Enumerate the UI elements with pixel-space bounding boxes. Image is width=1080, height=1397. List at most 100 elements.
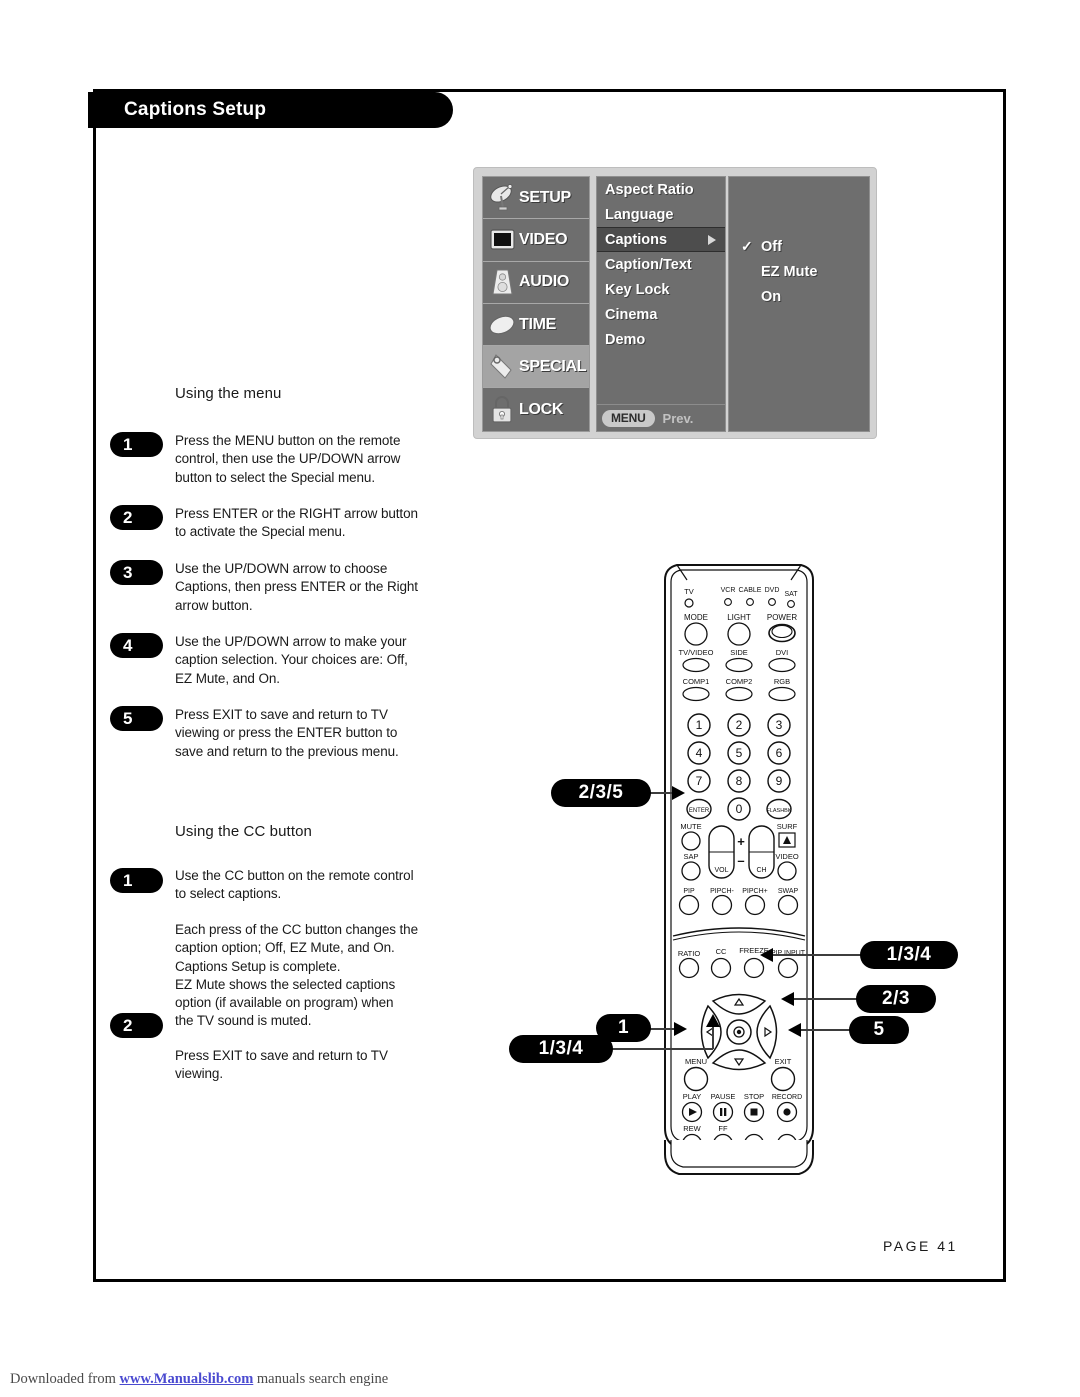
osd-sidebar-item-lock[interactable]: LOCK [483,388,589,430]
svg-text:CH: CH [756,867,766,874]
footer-suffix: manuals search engine [253,1371,389,1387]
svg-text:FLASHBK: FLASHBK [766,808,791,814]
arrowhead-menu [674,1022,687,1036]
osd-menu-item-captions[interactable]: Captions [597,227,725,252]
svg-text:LIGHT: LIGHT [727,613,751,622]
svg-text:VOL: VOL [714,867,728,874]
step-number: 3 [123,562,133,582]
menu-button-chip[interactable]: MENU [602,409,655,427]
leader-line-right [793,998,858,1000]
arrowhead-down [706,1014,720,1027]
step-number: 5 [123,708,133,728]
remote-bottom-edge [664,1140,814,1175]
page-title-banner: Captions Setup [88,92,453,128]
svg-text:DVI: DVI [776,648,789,657]
page-title: Captions Setup [124,99,267,120]
step-pill-menu-2: 2 [110,505,163,530]
svg-text:5: 5 [736,746,743,760]
osd-option-off[interactable]: ✓ Off [729,234,869,259]
osd-sidebar-item-audio[interactable]: AUDIO [483,262,589,304]
svg-text:7: 7 [696,774,703,788]
osd-menu-item-label: Caption/Text [605,256,692,273]
step-number: 4 [123,635,133,655]
checkmark-icon: ✓ [741,238,753,254]
page-number: PAGE 41 [883,1238,958,1254]
svg-text:PLAY: PLAY [683,1092,702,1101]
svg-text:0: 0 [736,802,743,816]
step-text-menu-4: Use the UP/DOWN arrow to make your capti… [175,634,408,686]
svg-text:VIDEO: VIDEO [775,852,799,861]
osd-sidebar-item-video[interactable]: VIDEO [483,219,589,262]
svg-text:FF: FF [718,1124,728,1133]
osd-sidebar-item-setup[interactable]: SETUP [483,177,589,220]
step-number: 2 [123,507,133,527]
svg-text:6: 6 [776,746,783,760]
leader-line-menu [648,1028,675,1030]
step-text-menu-1: Press the MENU button on the remote cont… [175,433,401,485]
osd-menu-item-label: Demo [605,331,646,348]
svg-text:2: 2 [736,718,743,732]
step-number: 2 [123,1015,133,1035]
osd-menu-item-caption-text[interactable]: Caption/Text [597,252,725,277]
svg-text:CC: CC [716,947,727,956]
step-pill-cc-1: 1 [110,868,163,893]
svg-text:RECORD: RECORD [772,1094,802,1101]
svg-text:COMP2: COMP2 [726,677,753,686]
svg-text:4: 4 [696,746,703,760]
leader-line-exit [800,1029,852,1031]
footer-prefix: Downloaded from [10,1371,120,1387]
prev-label: Prev. [662,410,694,426]
osd-menu-item-label: Language [605,206,674,223]
svg-text:SWAP: SWAP [778,888,799,895]
svg-text:TV: TV [684,587,694,596]
step-pill-menu-3: 3 [110,560,163,585]
callout-up-arrow: 1/3/4 [860,941,958,969]
osd-sidebar-label: VIDEO [519,230,568,248]
speaker-icon [488,267,516,297]
svg-text:SAP: SAP [683,852,698,861]
osd-menu-item-demo[interactable]: Demo [597,327,725,352]
osd-sidebar-label: SPECIAL [519,357,587,375]
osd-menu-item-label: Key Lock [605,281,670,298]
padlock-icon [488,395,516,425]
svg-text:COMP1: COMP1 [683,677,710,686]
osd-sidebar-label: TIME [519,315,557,333]
svg-text:SIDE: SIDE [730,648,748,657]
osd-menu-item-label: Cinema [605,306,658,323]
osd-menu-item-aspect-ratio[interactable]: Aspect Ratio [597,177,725,202]
osd-menu-item-language[interactable]: Language [597,202,725,227]
osd-option-on[interactable]: ✓ On [729,284,869,309]
leader-line-enter [648,792,673,794]
svg-text:PAUSE: PAUSE [711,1092,736,1101]
osd-menu-item-key-lock[interactable]: Key Lock [597,277,725,302]
leader-line-down-vert [712,1027,714,1049]
osd-option-ez-mute[interactable]: ✓ EZ Mute [729,259,869,284]
using-the-menu-heading: Using the menu [175,385,282,402]
download-footer: Downloaded from www.Manualslib.com manua… [10,1371,388,1388]
svg-text:+: + [737,834,745,849]
step-text-cc-1: Use the CC button on the remote control … [175,868,414,902]
step-pill-menu-1: 1 [110,432,163,457]
clock-disc-icon [488,310,516,340]
step-text-menu-3: Use the UP/DOWN arrow to choose Captions… [175,561,418,613]
svg-text:9: 9 [776,774,783,788]
svg-text:PIPCH+: PIPCH+ [742,888,767,895]
svg-text:1: 1 [696,718,703,732]
svg-text:3: 3 [776,718,783,732]
osd-menu-item-label: Captions [605,231,668,248]
step-number: 1 [123,870,133,890]
step-pill-menu-4: 4 [110,633,163,658]
osd-menu-item-cinema[interactable]: Cinema [597,302,725,327]
manualslib-link[interactable]: www.Manualslib.com [120,1371,254,1387]
svg-text:STOP: STOP [744,1092,764,1101]
osd-option-label: Off [761,238,782,255]
tv-osd-menu: SETUP VIDEO AUDIO TIME SPECIAL LOCK Aspe… [473,167,877,439]
osd-sidebar-item-special[interactable]: SPECIAL [483,346,589,389]
svg-text:VCR: VCR [721,587,736,594]
arrowhead-right [781,992,794,1006]
remote-control-diagram: TV VCR CABLE DVD SAT MODE LIGHT POWER TV… [651,558,827,1158]
arrowhead-up [760,948,773,962]
callout-exit: 5 [849,1016,909,1044]
osd-sidebar-item-time[interactable]: TIME [483,304,589,347]
step-text-cc-note: Each press of the CC button changes the … [175,922,419,1029]
